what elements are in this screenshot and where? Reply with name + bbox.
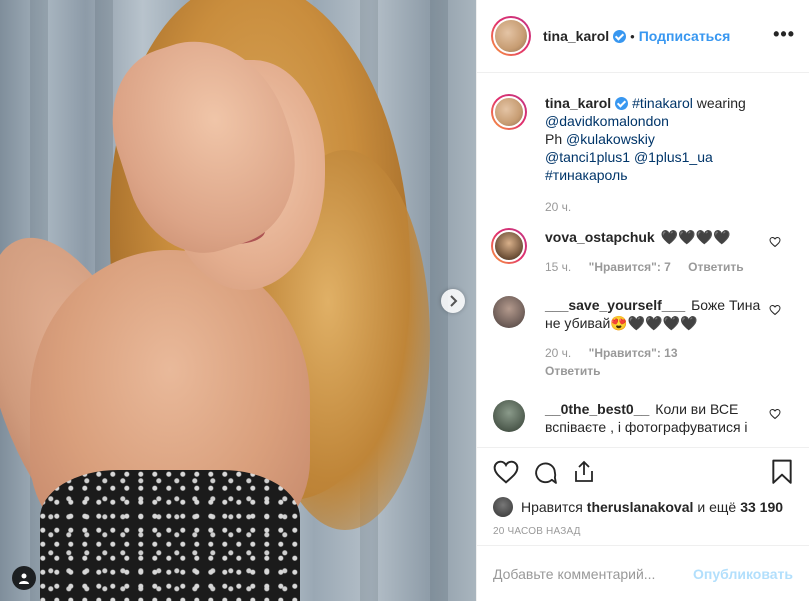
- share-button[interactable]: [572, 460, 596, 484]
- post-header: tina_karol • Подписаться •••: [477, 0, 809, 73]
- author-username[interactable]: tina_karol: [543, 28, 609, 44]
- likes-user[interactable]: theruslanakoval: [587, 499, 694, 515]
- more-options-button[interactable]: •••: [773, 25, 795, 43]
- comment-icon: [535, 462, 557, 484]
- caption-text: wearing: [692, 95, 746, 111]
- avatar[interactable]: [491, 94, 527, 130]
- posted-time[interactable]: 20 часов назад: [493, 526, 793, 537]
- avatar[interactable]: [491, 228, 527, 264]
- comment-button[interactable]: [533, 460, 558, 485]
- comment-time[interactable]: 20 ч.: [545, 346, 571, 360]
- hashtag-link[interactable]: #тинакароль: [545, 167, 627, 183]
- likes-count[interactable]: 33 190: [740, 499, 783, 515]
- publish-button[interactable]: Опубликовать: [693, 566, 793, 582]
- comment-likes[interactable]: "Нравится": 13: [589, 346, 678, 360]
- user-tag-icon: [19, 573, 29, 584]
- separator-dot: •: [630, 28, 635, 44]
- avatar[interactable]: [493, 400, 525, 432]
- post-photo[interactable]: [0, 0, 476, 601]
- post-actions: Нравится theruslanakoval и ещё 33 190 20…: [477, 447, 809, 537]
- verified-icon: [615, 97, 629, 110]
- comment-text: 🖤🖤🖤🖤: [660, 229, 731, 245]
- mention-link[interactable]: @kulakowskiy: [566, 131, 655, 147]
- next-photo-button[interactable]: [441, 289, 465, 313]
- comments-list[interactable]: tina_karol #tinakarol wearing @davidkomal…: [477, 73, 809, 447]
- share-icon: [575, 460, 593, 482]
- likes-suffix: и ещё: [697, 499, 737, 515]
- comment-item: vova_ostapchuk 🖤🖤🖤🖤 15 ч. "Нравится": 7 О…: [491, 228, 795, 276]
- follow-button[interactable]: Подписаться: [639, 28, 731, 44]
- reply-button[interactable]: Ответить: [688, 260, 743, 274]
- comment-username[interactable]: __0the_best0__: [545, 401, 649, 417]
- heart-icon[interactable]: [769, 408, 781, 420]
- comment-likes[interactable]: "Нравится": 7: [589, 260, 671, 274]
- likes-summary[interactable]: Нравится theruslanakoval и ещё 33 190: [493, 496, 793, 518]
- reply-button[interactable]: Ответить: [545, 364, 600, 378]
- caption: tina_karol #tinakarol wearing @davidkomal…: [491, 94, 795, 216]
- caption-username[interactable]: tina_karol: [545, 95, 611, 111]
- caption-text: Ph: [545, 131, 567, 147]
- avatar[interactable]: [491, 16, 531, 56]
- chevron-right-icon: [450, 295, 458, 307]
- mention-link[interactable]: @davidkomalondon: [545, 113, 669, 129]
- heart-icon: [493, 460, 519, 484]
- heart-icon[interactable]: [769, 236, 781, 248]
- comment-item: ___save_yourself___ Боже Тина не убивай😍🖤…: [491, 296, 795, 380]
- comment-input[interactable]: [493, 565, 694, 582]
- verified-icon: [613, 29, 627, 43]
- likes-prefix: Нравится: [521, 499, 583, 515]
- mention-link[interactable]: @1plus1_ua: [634, 149, 713, 165]
- comment-time[interactable]: 15 ч.: [545, 260, 571, 274]
- comment-username[interactable]: ___save_yourself___: [545, 297, 685, 313]
- comment-username[interactable]: vova_ostapchuk: [545, 229, 655, 245]
- avatar[interactable]: [493, 497, 513, 517]
- user-tag-button[interactable]: [12, 566, 36, 590]
- add-comment-bar: Опубликовать: [477, 545, 809, 601]
- avatar[interactable]: [493, 296, 525, 328]
- post-panel: tina_karol • Подписаться ••• tina_karol #…: [476, 0, 809, 601]
- heart-icon[interactable]: [769, 304, 781, 316]
- like-button[interactable]: [493, 460, 519, 484]
- mention-link[interactable]: @tanci1plus1: [545, 149, 630, 165]
- bookmark-icon: [772, 459, 792, 484]
- save-button[interactable]: [771, 459, 793, 485]
- caption-time[interactable]: 20 ч.: [545, 200, 571, 214]
- hashtag-link[interactable]: #tinakarol: [632, 95, 693, 111]
- photo-dress: [40, 470, 300, 601]
- comment-item: __0the_best0__ Коли ви ВСЕ вспіваєте , і …: [491, 400, 795, 436]
